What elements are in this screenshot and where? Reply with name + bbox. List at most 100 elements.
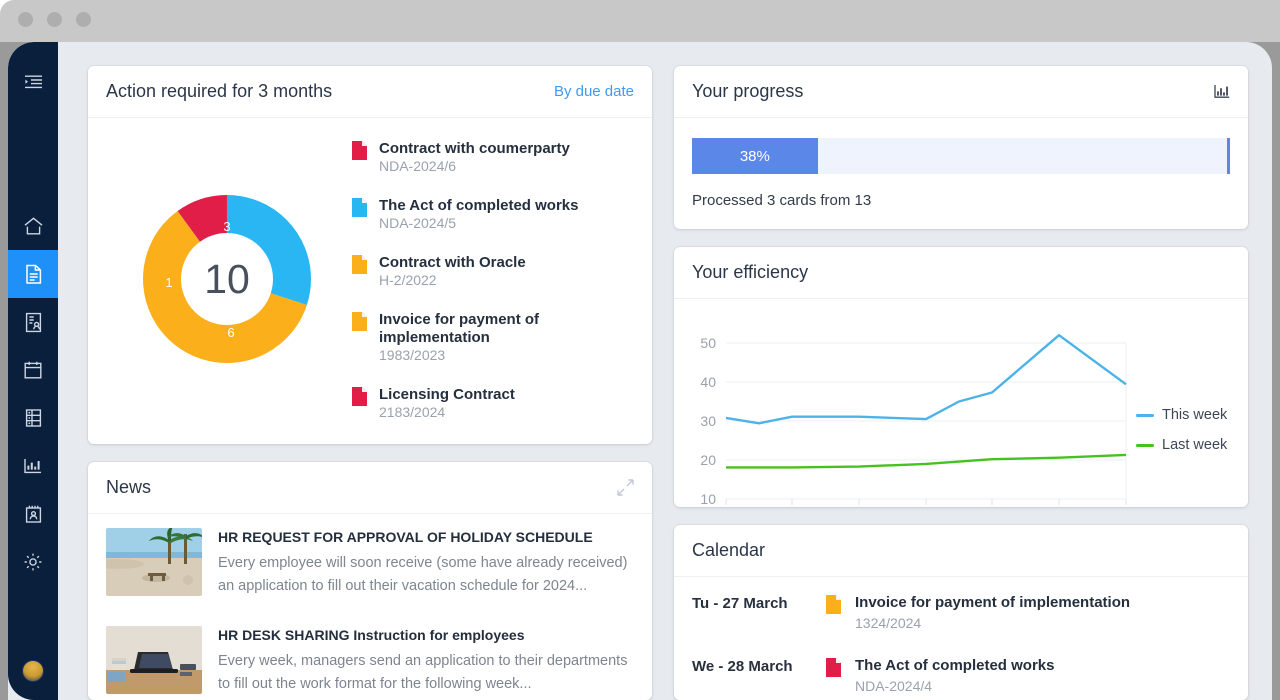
document-title: Invoice for payment of implementation	[379, 311, 540, 346]
sidebar-item-staff[interactable]	[8, 490, 58, 538]
document-ref: 1983/2023	[379, 347, 446, 363]
donut-label-orange: 6	[227, 325, 234, 340]
chart-legend: This week Last week	[1136, 407, 1227, 453]
beach-palm-trees-photo	[106, 528, 202, 596]
list-item[interactable]: HR DESK SHARING Instruction for employee…	[106, 612, 634, 700]
document-icon	[24, 264, 43, 285]
sidebar-item-settings[interactable]	[8, 538, 58, 586]
list-item[interactable]: We - 28 March The Act of completed works…	[692, 644, 1230, 700]
progress-card: Your progress 38% Processed 3 cards from…	[674, 66, 1248, 229]
sidebar-item-home[interactable]	[8, 202, 58, 250]
progress-percent-label: 38%	[739, 147, 770, 165]
sort-by-due-date-link[interactable]: By due date	[554, 83, 634, 100]
donut-chart-svg: 10 3 6 1	[143, 195, 311, 363]
series-last-week	[726, 453, 1127, 469]
news-list: HR REQUEST FOR APPROVAL OF HOLIDAY SCHED…	[88, 514, 652, 700]
list-item[interactable]: Tu - 27 March Invoice for payment of imp…	[692, 581, 1230, 644]
calendar-doc-ref: 1324/2024	[855, 615, 922, 631]
news-description: Every employee will soon receive (some h…	[218, 555, 628, 594]
sidebar-item-calendar[interactable]	[8, 346, 58, 394]
window-maximize-dot[interactable]	[76, 12, 91, 27]
sidebar	[8, 42, 58, 700]
home-icon	[23, 216, 44, 236]
user-avatar[interactable]	[22, 660, 44, 682]
news-title: HR DESK SHARING Instruction for employee…	[218, 627, 525, 643]
y-tick-30: 30	[700, 413, 716, 429]
news-description: Every week, managers send an application…	[218, 653, 628, 692]
list-item[interactable]: Invoice for payment of implementation 19…	[352, 311, 634, 365]
action-card-body: 10 3 6 1 Contract with coumerparty NDA-2…	[88, 118, 652, 444]
efficiency-card: Your efficiency 50 40 30 20 10 This week…	[674, 247, 1248, 507]
efficiency-card-title: Your efficiency	[692, 262, 809, 282]
bar-chart-icon[interactable]	[1214, 84, 1230, 99]
file-icon	[352, 255, 367, 274]
database-list-icon	[24, 408, 43, 428]
y-tick-40: 40	[700, 374, 716, 390]
desk-laptop-photo	[106, 626, 202, 694]
legend-item-last-week: Last week	[1136, 437, 1227, 453]
document-ref: NDA-2024/5	[379, 215, 457, 231]
window-controls[interactable]	[18, 12, 91, 27]
legend-swatch-last-week	[1136, 443, 1154, 447]
calendar-card-title: Calendar	[692, 540, 766, 560]
calendar-date: We - 28 March	[692, 658, 793, 675]
document-title: Contract with Oracle	[379, 254, 526, 271]
progress-bar-fill: 38%	[692, 138, 818, 174]
donut-chart: 10 3 6 1	[102, 136, 352, 422]
window-minimize-dot[interactable]	[47, 12, 62, 27]
legend-label-last-week: Last week	[1162, 437, 1228, 453]
legend-label-this-week: This week	[1162, 407, 1228, 423]
file-icon	[352, 198, 367, 217]
y-tick-50: 50	[700, 335, 716, 351]
file-icon	[352, 387, 367, 406]
y-tick-20: 20	[700, 452, 716, 468]
action-required-card: Action required for 3 months By due date	[88, 66, 652, 444]
calendar-icon	[23, 360, 43, 380]
sidebar-item-contacts[interactable]	[8, 298, 58, 346]
menu-list-icon	[24, 75, 43, 90]
legend-item-this-week: This week	[1136, 407, 1227, 423]
file-icon	[826, 658, 841, 677]
donut-label-red: 1	[165, 275, 172, 290]
right-column: Your progress 38% Processed 3 cards from…	[674, 66, 1248, 700]
news-card-title: News	[106, 477, 152, 497]
donut-label-blue: 3	[223, 219, 230, 234]
list-item[interactable]: Contract with Oracle H-2/2022	[352, 254, 634, 290]
calendar-date: Tu - 27 March	[692, 595, 788, 612]
calendar-card-header: Calendar	[674, 525, 1248, 577]
progress-card-header: Your progress	[674, 66, 1248, 118]
donut-center-total: 10	[204, 256, 250, 302]
list-item[interactable]: Contract with coumerparty NDA-2024/6	[352, 140, 634, 176]
calendar-doc-title: Invoice for payment of implementation	[855, 594, 1131, 611]
document-ref: 2183/2024	[379, 404, 446, 420]
expand-arrows-icon[interactable]	[617, 479, 634, 496]
series-this-week	[725, 334, 1127, 425]
calendar-card: Calendar Tu - 27 March Invoice for payme…	[674, 525, 1248, 700]
sidebar-item-analytics[interactable]	[8, 442, 58, 490]
progress-card-body: 38% Processed 3 cards from 13	[674, 118, 1248, 229]
action-card-title: Action required for 3 months	[106, 81, 333, 101]
id-badge-icon	[24, 504, 43, 524]
window-close-dot[interactable]	[18, 12, 33, 27]
progress-note: Processed 3 cards from 13	[692, 192, 872, 209]
sidebar-item-menu[interactable]	[8, 58, 58, 106]
list-item[interactable]: HR REQUEST FOR APPROVAL OF HOLIDAY SCHED…	[106, 514, 634, 612]
file-icon	[352, 312, 367, 331]
document-title: Licensing Contract	[379, 386, 515, 403]
calendar-list: Tu - 27 March Invoice for payment of imp…	[674, 577, 1248, 700]
sidebar-item-registry[interactable]	[8, 394, 58, 442]
sidebar-item-documents[interactable]	[8, 250, 58, 298]
screenshot-root: Action required for 3 months By due date	[0, 0, 1280, 700]
bar-chart-icon	[23, 457, 43, 475]
list-item[interactable]: Licensing Contract 2183/2024	[352, 386, 634, 422]
list-item[interactable]: The Act of completed works NDA-2024/5	[352, 197, 634, 233]
calendar-doc-title: The Act of completed works	[855, 657, 1055, 674]
document-title: The Act of completed works	[379, 197, 579, 214]
document-title: Contract with coumerparty	[379, 140, 570, 157]
document-list: Contract with coumerparty NDA-2024/6 The…	[352, 136, 634, 422]
file-icon	[826, 595, 841, 614]
efficiency-chart: 50 40 30 20 10 Su	[674, 299, 1248, 507]
news-card: News HR REQUEST FOR APPROVAL OF HOLIDAY …	[88, 462, 652, 700]
window-title-bar	[0, 0, 1280, 42]
progress-bar-track: 38%	[692, 138, 1230, 174]
